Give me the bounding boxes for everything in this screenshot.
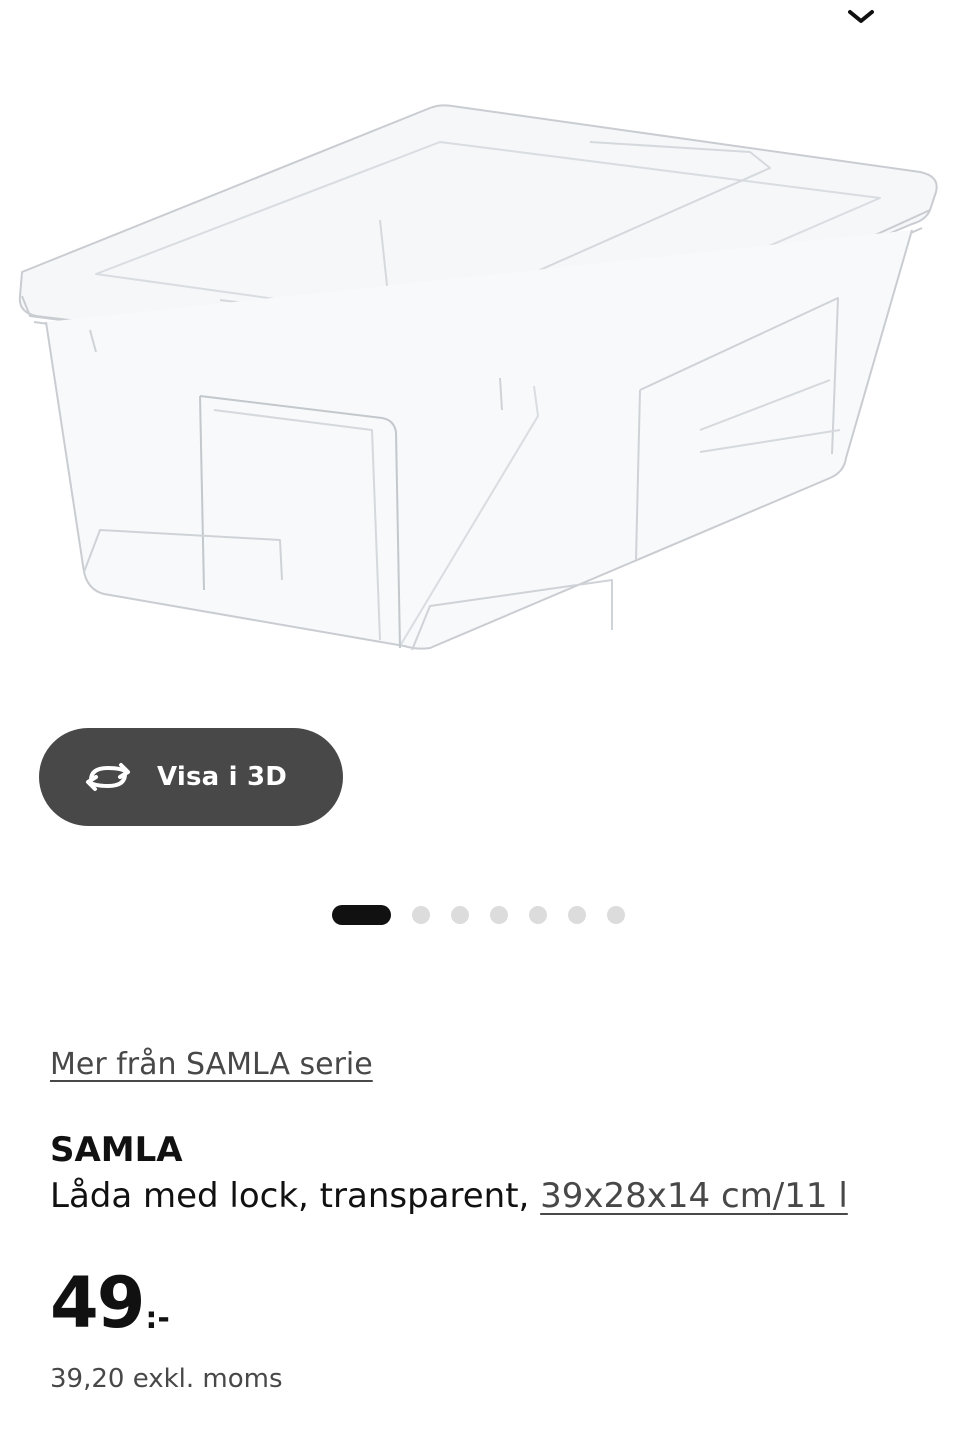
product-image[interactable] [0,60,960,720]
product-description: Låda med lock, transparent, 39x28x14 cm/… [50,1176,848,1216]
product-description-text: Låda med lock, transparent, [50,1176,541,1216]
gallery-dot-1[interactable] [332,905,391,925]
gallery-dot-2[interactable] [412,906,430,924]
chevron-down-icon[interactable] [848,8,874,24]
product-price: 49 :- [50,1264,170,1342]
gallery-dot-5[interactable] [529,906,547,924]
price-excl-vat: 39,20 exkl. moms [50,1364,283,1394]
view-in-3d-label: Visa i 3D [157,762,288,792]
gallery-dot-3[interactable] [451,906,469,924]
gallery-pagination [332,905,646,925]
size-link[interactable]: 39x28x14 cm/11 l [540,1176,848,1216]
view-in-3d-button[interactable]: Visa i 3D [39,728,343,826]
gallery-dot-7[interactable] [607,906,625,924]
series-link[interactable]: Mer från SAMLA serie [50,1047,373,1082]
gallery-dot-4[interactable] [490,906,508,924]
gallery-dot-6[interactable] [568,906,586,924]
rotate-3d-icon [81,760,135,794]
product-name: SAMLA [50,1130,183,1170]
price-integer: 49 [50,1262,145,1344]
price-suffix: :- [145,1301,170,1336]
